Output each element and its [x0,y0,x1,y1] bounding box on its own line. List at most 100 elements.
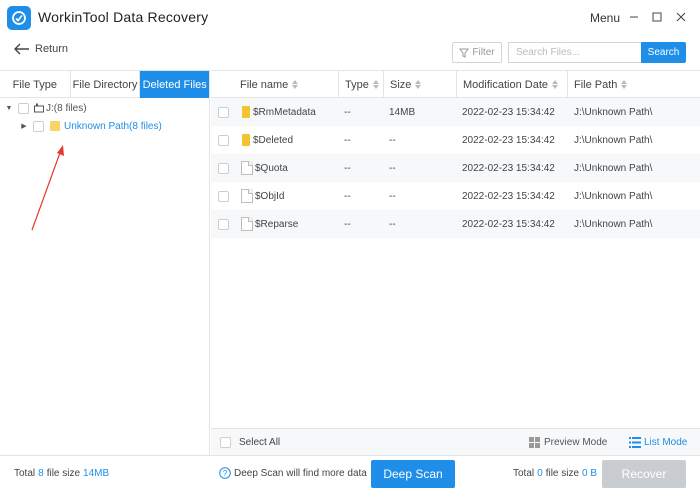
unknown-path-checkbox[interactable] [33,120,44,132]
cell-date: 2022-02-23 15:34:42 [462,162,555,174]
grid-icon [529,437,540,448]
svg-text:?: ? [223,469,228,478]
minimize-icon[interactable] [626,9,642,25]
help-icon[interactable]: ? [219,467,231,479]
cell-size: -- [389,218,396,230]
deep-scan-hint: ? Deep Scan will find more data [219,467,367,479]
sort-icon[interactable] [292,80,299,89]
file-size-label: file size [46,468,81,479]
menu-button[interactable]: Menu [590,11,620,25]
list-mode-button[interactable]: List Mode [629,437,687,448]
total-size: 14MB [83,468,110,479]
drive-checkbox[interactable] [18,102,29,114]
column-header-size[interactable]: Size [384,71,457,98]
tab-file-directory[interactable]: File Directory [71,71,141,98]
title-bar: WorkinTool Data Recovery Menu [0,0,700,36]
tree-item-unknown-path[interactable]: ▶ Unknown Path(8 files) [20,117,162,135]
left-panel: File Type File Directory Deleted Files ▼… [0,70,210,458]
table-row[interactable]: $Reparse -- -- 2022-02-23 15:34:42 J:\Un… [211,210,700,238]
return-button[interactable]: Return [14,43,68,55]
document-icon [241,161,253,175]
filter-label: Filter [472,47,495,58]
maximize-icon[interactable] [649,9,665,25]
preview-mode-label: Preview Mode [544,437,608,448]
folder-icon [242,134,250,146]
caret-down-icon[interactable]: ▼ [5,105,13,112]
row-checkbox[interactable] [218,162,229,174]
table-row[interactable]: $Deleted -- -- 2022-02-23 15:34:42 J:\Un… [211,126,700,154]
cell-size: -- [389,162,396,174]
deep-scan-hint-text: Deep Scan will find more data [234,467,367,479]
filter-button[interactable]: Filter [452,42,502,63]
cell-type: -- [344,190,351,202]
cell-file-name: $Deleted [253,134,294,146]
row-checkbox[interactable] [218,218,229,230]
selected-summary: Total 0 file size 0 B [513,468,597,479]
list-icon [629,437,641,448]
select-all-label: Select All [239,437,281,448]
app-title: WorkinTool Data Recovery [38,9,209,25]
file-table: File name Type Size Modification Date Fi… [211,70,700,428]
cell-size: 14MB [389,106,416,118]
search-button[interactable]: Search [641,42,686,63]
cell-path: J:\Unknown Path\ [574,218,653,230]
status-footer: Total 8 file size 14MB ? Deep Scan will … [0,455,700,490]
column-label-file-path: File Path [574,78,618,91]
column-header-file-path[interactable]: File Path [568,71,700,98]
cell-date: 2022-02-23 15:34:42 [462,134,555,146]
drive-icon [34,103,44,113]
row-checkbox[interactable] [218,190,229,202]
column-label-type: Type [345,78,369,91]
document-icon [241,217,253,231]
tab-deleted-files[interactable]: Deleted Files [140,71,209,98]
filter-icon [459,48,470,58]
table-row[interactable]: $RmMetadata -- 14MB 2022-02-23 15:34:42 … [211,98,700,126]
sort-icon[interactable] [621,80,628,89]
table-header: File name Type Size Modification Date Fi… [211,70,700,98]
search-input[interactable] [508,42,642,63]
row-checkbox[interactable] [218,134,229,146]
column-label-modification-date: Modification Date [463,78,548,91]
select-all-control[interactable]: Select All [220,437,280,448]
cell-date: 2022-02-23 15:34:42 [462,218,555,230]
preview-mode-button[interactable]: Preview Mode [529,437,607,448]
tree-item-drive[interactable]: ▼ J:(8 files) [5,99,87,117]
return-label: Return [35,43,69,55]
cell-path: J:\Unknown Path\ [574,134,653,146]
sort-icon[interactable] [372,80,379,89]
app-logo-icon [7,6,31,30]
recover-button[interactable]: Recover [602,460,686,488]
cell-path: J:\Unknown Path\ [574,162,653,174]
cell-type: -- [344,218,351,230]
sort-icon[interactable] [415,80,422,89]
toolbar: Return Filter Search [0,36,700,70]
column-header-type[interactable]: Type [339,71,384,98]
cell-type: -- [344,106,351,118]
folder-icon [242,106,250,118]
row-checkbox[interactable] [218,106,229,118]
arrow-left-icon [14,43,29,55]
column-header-file-name[interactable]: File name [211,71,339,98]
unknown-path-label: Unknown Path(8 files) [64,120,162,132]
close-icon[interactable] [673,9,689,25]
total-prefix: Total [14,468,36,479]
table-bottom-bar: Select All Preview Mode List Mode [211,428,700,455]
tab-file-type[interactable]: File Type [0,71,71,98]
column-header-modification-date[interactable]: Modification Date [457,71,568,98]
cell-path: J:\Unknown Path\ [574,190,653,202]
cell-path: J:\Unknown Path\ [574,106,653,118]
select-all-checkbox[interactable] [220,437,231,448]
sort-icon[interactable] [552,80,558,89]
selected-size: 0 B [582,468,598,479]
table-row[interactable]: $Quota -- -- 2022-02-23 15:34:42 J:\Unkn… [211,154,700,182]
column-label-file-name: File name [240,78,289,91]
annotation-arrow-icon [31,145,64,231]
caret-right-icon[interactable]: ▶ [20,122,28,130]
cell-date: 2022-02-23 15:34:42 [462,106,555,118]
cell-file-name: $RmMetadata [253,106,316,118]
column-label-size: Size [390,78,412,91]
selected-size-label: file size [545,468,580,479]
cell-size: -- [389,134,396,146]
table-row[interactable]: $ObjId -- -- 2022-02-23 15:34:42 J:\Unkn… [211,182,700,210]
deep-scan-button[interactable]: Deep Scan [371,460,455,488]
